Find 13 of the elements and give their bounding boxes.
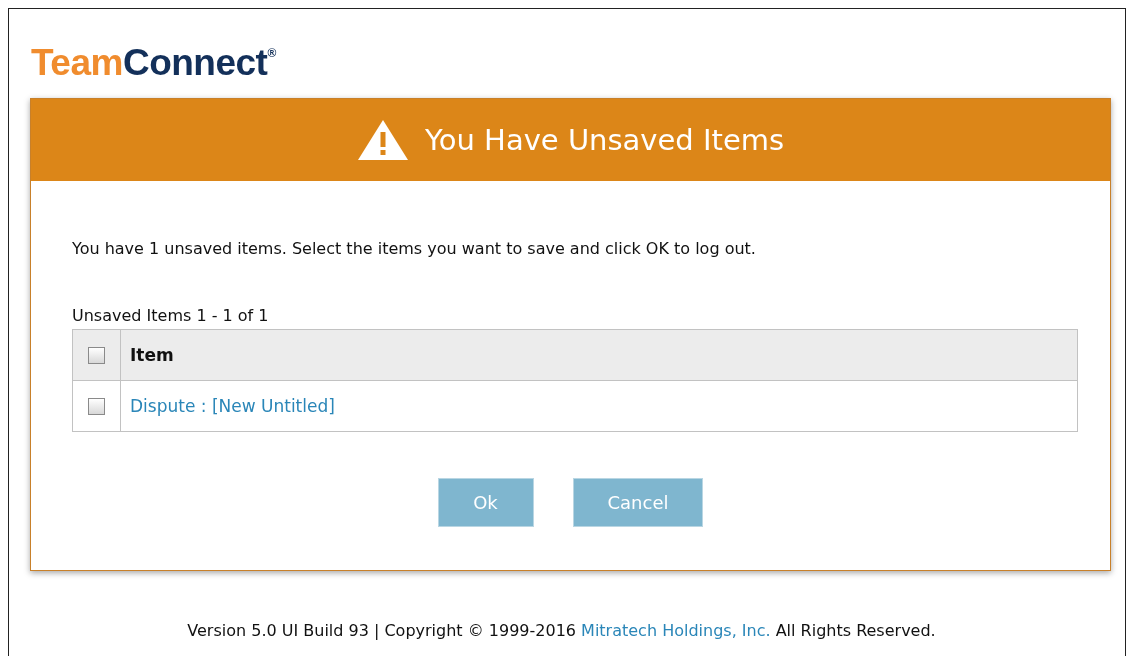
footer-text: Version 5.0 UI Build 93 | Copyright © 1999-2016 Mitratech Holdings, Inc. All Rights Reserved. bbox=[186, 621, 937, 640]
warning-icon bbox=[356, 119, 409, 161]
checkbox[interactable] bbox=[88, 346, 105, 364]
table-caption: Unsaved Items 1 - 1 of 1 bbox=[72, 306, 270, 325]
item-link[interactable]: Dispute : [New Untitled] bbox=[130, 396, 335, 416]
dialog-title: You Have Unsaved Items bbox=[424, 123, 785, 157]
column-header: Item bbox=[130, 345, 174, 365]
company-link[interactable]: Mitratech Holdings, Inc. bbox=[581, 621, 771, 640]
logo: TeamConnect$^{®}$ bbox=[31, 41, 276, 83]
cancel-button[interactable]: Cancel bbox=[572, 478, 704, 527]
message: You have 1 unsaved items. Select the items you want to save and click OK to log out. bbox=[72, 239, 757, 258]
ok-button[interactable]: Ok bbox=[437, 478, 534, 527]
checkbox[interactable] bbox=[88, 397, 105, 415]
